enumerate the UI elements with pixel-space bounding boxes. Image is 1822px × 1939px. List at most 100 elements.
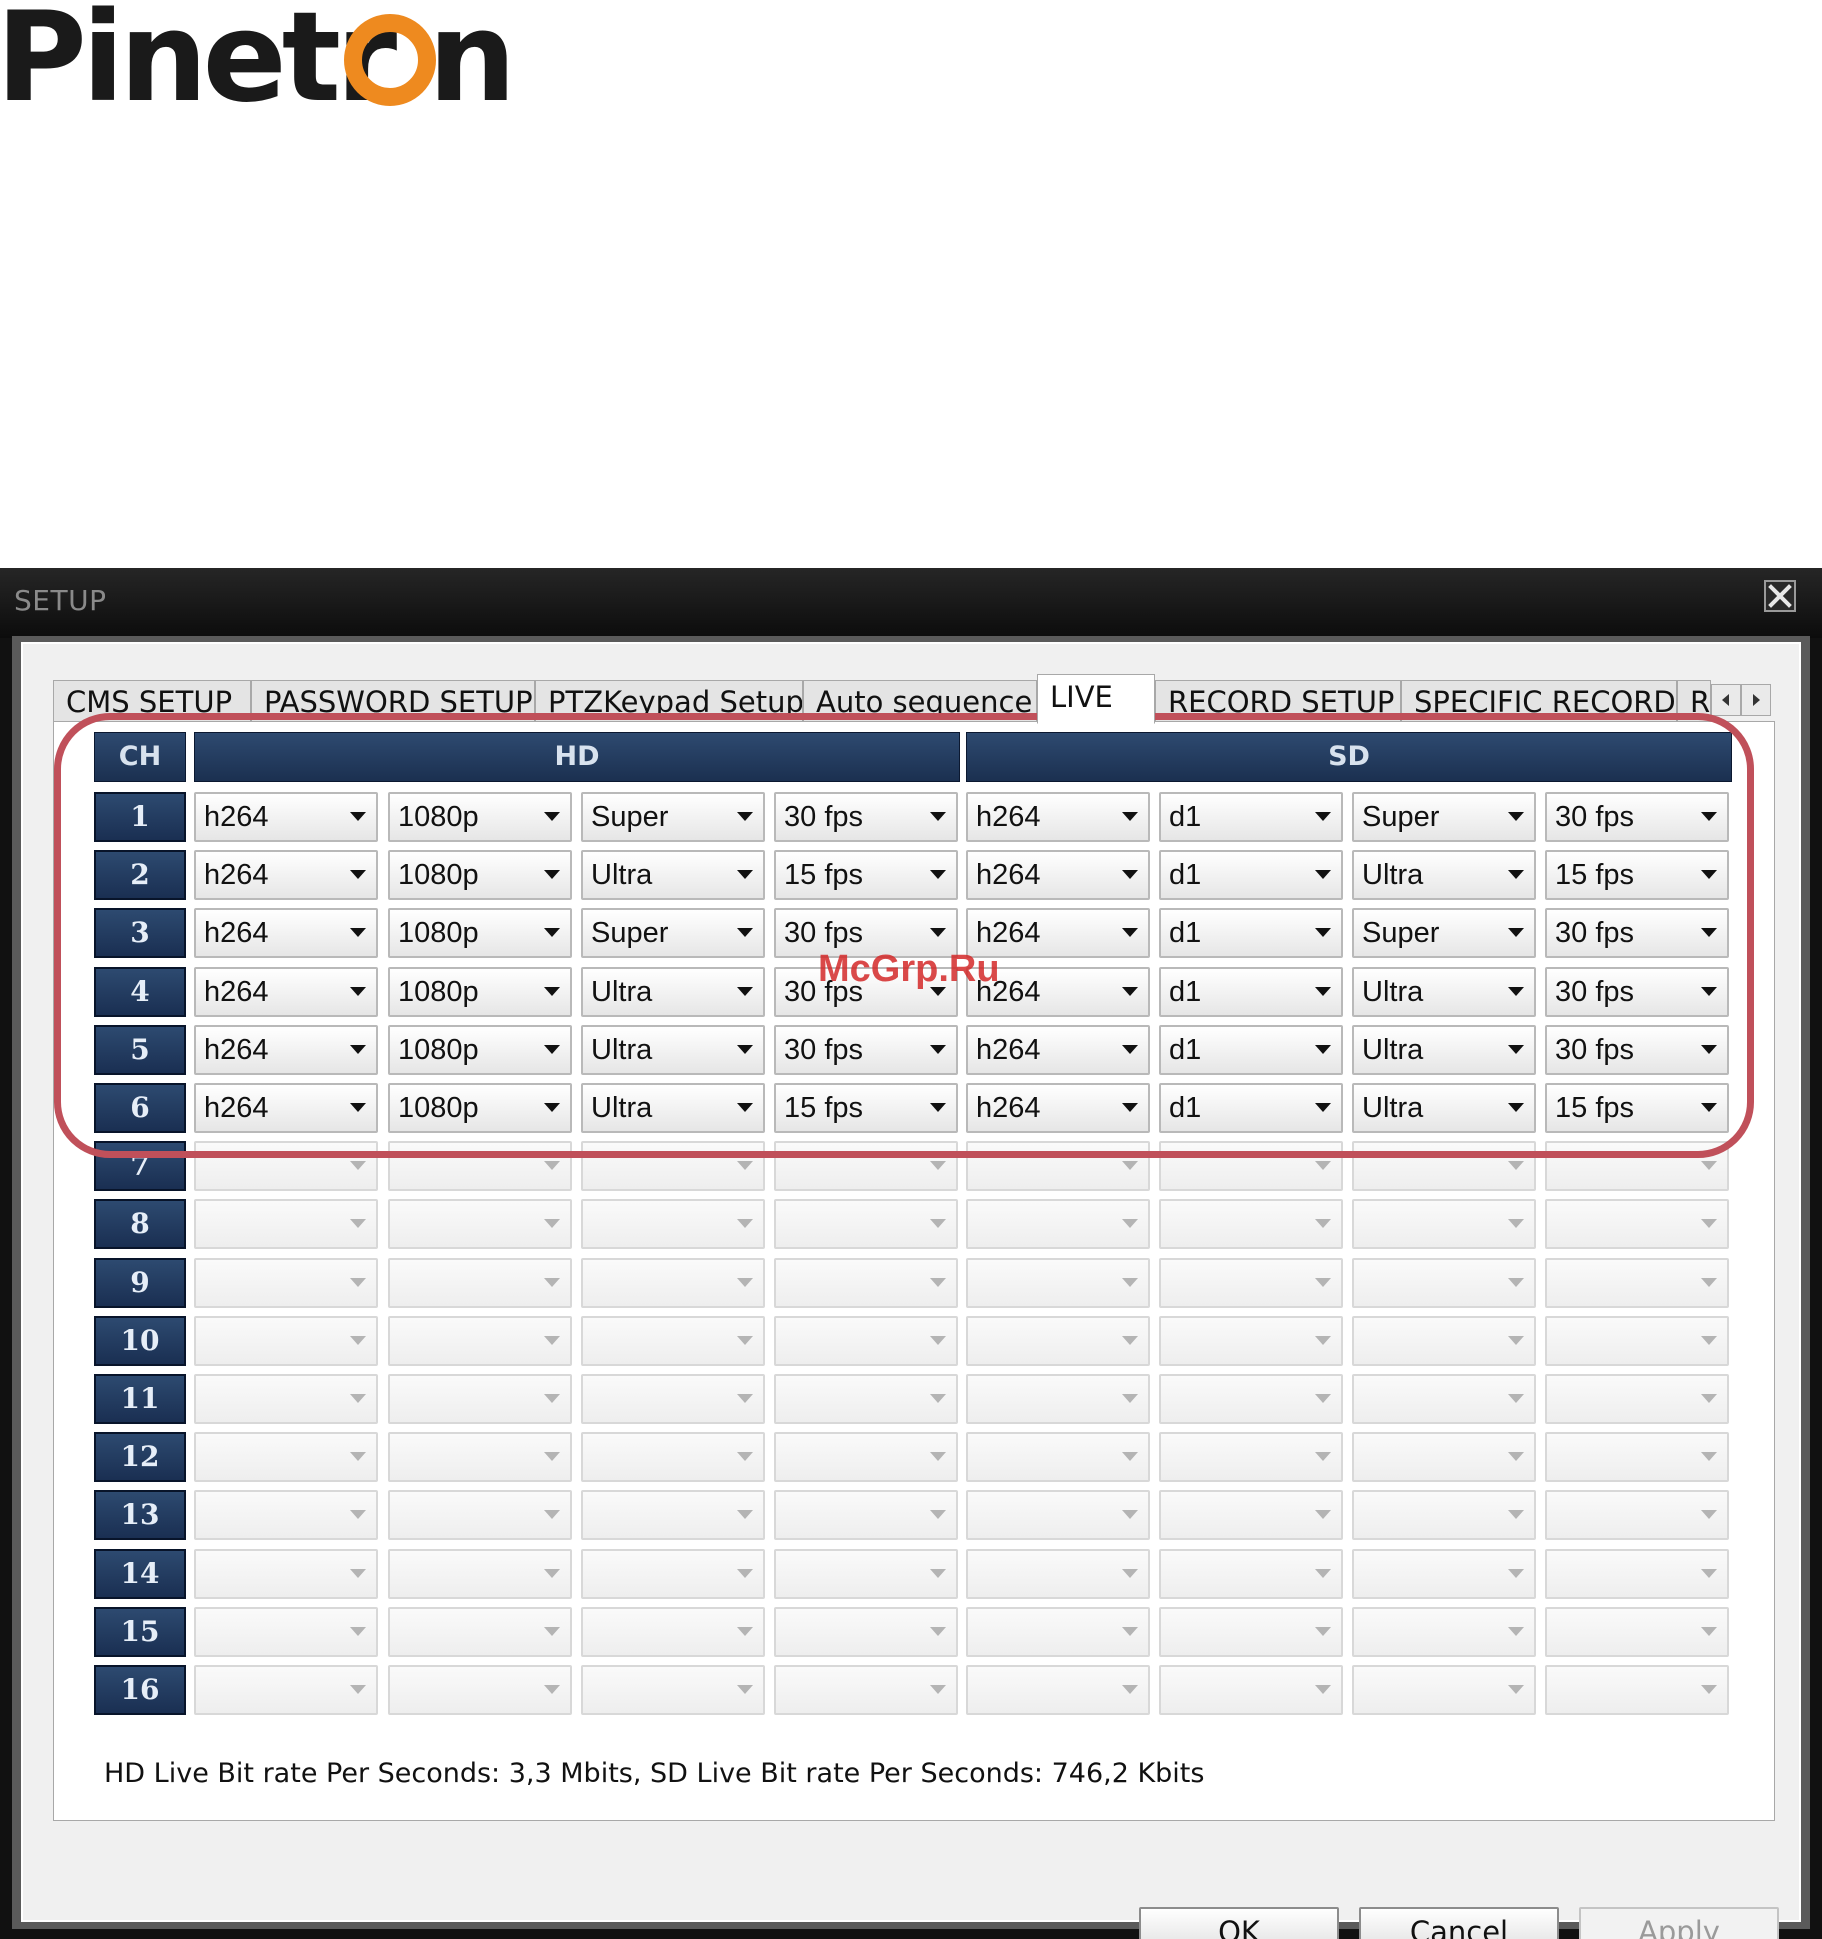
sd-framerate-select[interactable]: 15 fps — [1545, 1083, 1729, 1133]
hd-codec-select[interactable]: h264 — [194, 908, 378, 958]
hd-resolution-select[interactable]: 1080p — [388, 967, 572, 1017]
dropdown-arrow-icon — [737, 1394, 753, 1403]
dropdown-arrow-icon — [544, 1219, 560, 1228]
hd-codec-select[interactable]: h264 — [194, 1025, 378, 1075]
hd-resolution-select — [388, 1199, 572, 1249]
tab-record-setup[interactable]: RECORD SETUP — [1155, 680, 1401, 722]
sd-codec-select — [966, 1490, 1150, 1540]
tab-cms-setup[interactable]: CMS SETUP — [53, 680, 251, 722]
select-value: Ultra — [1362, 1034, 1424, 1066]
hd-framerate-select — [774, 1432, 958, 1482]
apply-button[interactable]: Apply — [1579, 1907, 1779, 1939]
hd-framerate-select[interactable]: 15 fps — [774, 1083, 958, 1133]
sd-resolution-select[interactable]: d1 — [1159, 908, 1343, 958]
sd-quality-select[interactable]: Ultra — [1352, 1025, 1536, 1075]
hd-framerate-select[interactable]: 30 fps — [774, 967, 958, 1017]
hd-quality-select[interactable]: Ultra — [581, 850, 765, 900]
sd-framerate-select[interactable]: 30 fps — [1545, 908, 1729, 958]
hd-codec-select[interactable]: h264 — [194, 850, 378, 900]
hd-codec-select[interactable]: h264 — [194, 967, 378, 1017]
tab-ptzkeypad-setup[interactable]: PTZKeypad Setup — [535, 680, 803, 722]
channel-label: 13 — [94, 1490, 186, 1540]
sd-quality-select[interactable]: Ultra — [1352, 1083, 1536, 1133]
sd-resolution-select[interactable]: d1 — [1159, 1025, 1343, 1075]
dropdown-arrow-icon — [737, 1510, 753, 1519]
dropdown-arrow-icon — [1701, 1103, 1717, 1112]
sd-codec-select[interactable]: h264 — [966, 1025, 1150, 1075]
hd-resolution-select[interactable]: 1080p — [388, 1083, 572, 1133]
dropdown-arrow-icon — [737, 1685, 753, 1694]
hd-quality-select[interactable]: Ultra — [581, 1083, 765, 1133]
sd-framerate-select[interactable]: 15 fps — [1545, 850, 1729, 900]
dropdown-arrow-icon — [350, 1219, 366, 1228]
dropdown-arrow-icon — [1315, 1161, 1331, 1170]
dropdown-arrow-icon — [544, 1161, 560, 1170]
sd-resolution-select[interactable]: d1 — [1159, 1083, 1343, 1133]
setup-dialog: SETUP CMS SETUP PASSWORD SETUP PTZKeypad… — [0, 568, 1822, 1939]
sd-codec-select[interactable]: h264 — [966, 1083, 1150, 1133]
hd-quality-select[interactable]: Super — [581, 908, 765, 958]
hd-quality-select[interactable]: Ultra — [581, 1025, 765, 1075]
hd-resolution-select[interactable]: 1080p — [388, 908, 572, 958]
sd-resolution-select[interactable]: d1 — [1159, 850, 1343, 900]
sd-codec-select[interactable]: h264 — [966, 908, 1150, 958]
dropdown-arrow-icon — [1508, 1219, 1524, 1228]
sd-resolution-select[interactable]: d1 — [1159, 967, 1343, 1017]
hd-codec-select — [194, 1607, 378, 1657]
channel-label: 11 — [94, 1374, 186, 1424]
dropdown-arrow-icon — [544, 1394, 560, 1403]
hd-resolution-select[interactable]: 1080p — [388, 850, 572, 900]
hd-framerate-select[interactable]: 15 fps — [774, 850, 958, 900]
sd-codec-select[interactable]: h264 — [966, 850, 1150, 900]
sd-framerate-select — [1545, 1490, 1729, 1540]
hd-codec-select[interactable]: h264 — [194, 792, 378, 842]
sd-resolution-select — [1159, 1432, 1343, 1482]
hd-framerate-select[interactable]: 30 fps — [774, 908, 958, 958]
dropdown-arrow-icon — [930, 1394, 946, 1403]
select-value: h264 — [204, 917, 269, 949]
hd-quality-select[interactable]: Super — [581, 792, 765, 842]
sd-quality-select — [1352, 1199, 1536, 1249]
sd-codec-select — [966, 1374, 1150, 1424]
hd-resolution-select — [388, 1316, 572, 1366]
dropdown-arrow-icon — [350, 1161, 366, 1170]
tab-live[interactable]: LIVE — [1037, 674, 1155, 724]
sd-framerate-select[interactable]: 30 fps — [1545, 1025, 1729, 1075]
tab-specific-record[interactable]: SPECIFIC RECORD — [1401, 680, 1677, 722]
select-value: h264 — [976, 976, 1041, 1008]
tab-overflow[interactable]: R — [1677, 680, 1711, 722]
close-button[interactable] — [1764, 580, 1796, 612]
tab-password-setup[interactable]: PASSWORD SETUP — [251, 680, 535, 722]
ok-button[interactable]: OK — [1139, 1907, 1339, 1939]
sd-framerate-select[interactable]: 30 fps — [1545, 792, 1729, 842]
hd-codec-select — [194, 1432, 378, 1482]
dropdown-arrow-icon — [1122, 1336, 1138, 1345]
tab-auto-sequence[interactable]: Auto sequence — [803, 680, 1037, 722]
sd-quality-select[interactable]: Ultra — [1352, 850, 1536, 900]
hd-resolution-select[interactable]: 1080p — [388, 1025, 572, 1075]
cancel-button[interactable]: Cancel — [1359, 1907, 1559, 1939]
tab-scroll-left-button[interactable] — [1711, 684, 1741, 716]
hd-framerate-select[interactable]: 30 fps — [774, 792, 958, 842]
hd-resolution-select — [388, 1374, 572, 1424]
sd-quality-select[interactable]: Super — [1352, 908, 1536, 958]
dropdown-arrow-icon — [1315, 1685, 1331, 1694]
dropdown-arrow-icon — [544, 1045, 560, 1054]
sd-framerate-select — [1545, 1141, 1729, 1191]
sd-framerate-select[interactable]: 30 fps — [1545, 967, 1729, 1017]
sd-codec-select[interactable]: h264 — [966, 967, 1150, 1017]
dropdown-arrow-icon — [350, 1278, 366, 1287]
hd-quality-select — [581, 1374, 765, 1424]
sd-resolution-select[interactable]: d1 — [1159, 792, 1343, 842]
hd-framerate-select[interactable]: 30 fps — [774, 1025, 958, 1075]
hd-quality-select[interactable]: Ultra — [581, 967, 765, 1017]
hd-codec-select[interactable]: h264 — [194, 1083, 378, 1133]
dropdown-arrow-icon — [1508, 1278, 1524, 1287]
sd-codec-select[interactable]: h264 — [966, 792, 1150, 842]
channel-label: 4 — [94, 967, 186, 1017]
hd-resolution-select[interactable]: 1080p — [388, 792, 572, 842]
sd-quality-select[interactable]: Super — [1352, 792, 1536, 842]
select-value: Super — [1362, 917, 1440, 949]
sd-quality-select[interactable]: Ultra — [1352, 967, 1536, 1017]
tab-scroll-right-button[interactable] — [1741, 684, 1771, 716]
